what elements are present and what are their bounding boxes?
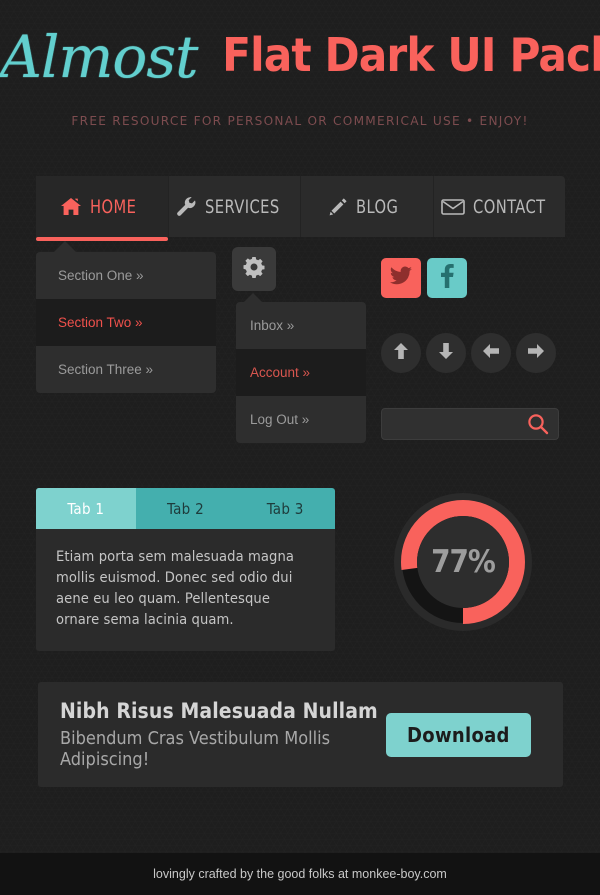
pencil-icon bbox=[328, 197, 348, 217]
tagline: FREE RESOURCE FOR PERSONAL OR COMMERICAL… bbox=[71, 113, 529, 128]
footer-text: lovingly crafted by the good folks at mo… bbox=[153, 867, 447, 881]
facebook-icon bbox=[440, 263, 454, 293]
tabs-strip: Tab 1 Tab 2 Tab 3 bbox=[36, 488, 335, 529]
search-input[interactable] bbox=[382, 416, 527, 432]
footer: lovingly crafted by the good folks at mo… bbox=[0, 853, 600, 895]
arrow-buttons bbox=[381, 333, 556, 373]
nav-label-blog: BLOG bbox=[356, 195, 399, 218]
tab-2[interactable]: Tab 2 bbox=[136, 488, 236, 529]
social-buttons bbox=[381, 258, 467, 298]
envelope-icon bbox=[441, 198, 465, 216]
dropdown-item-inbox[interactable]: Inbox » bbox=[236, 302, 366, 349]
arrow-right-button[interactable] bbox=[516, 333, 556, 373]
search-icon[interactable] bbox=[527, 413, 558, 435]
sections-pointer bbox=[54, 241, 76, 252]
gear-button[interactable] bbox=[232, 247, 276, 291]
logo-script-word: Almost bbox=[0, 23, 198, 91]
nav-item-blog[interactable]: BLOG bbox=[301, 176, 434, 237]
nav-label-contact: CONTACT bbox=[473, 195, 546, 218]
dropdown-item-account[interactable]: Account » bbox=[236, 349, 366, 396]
search-box[interactable] bbox=[381, 408, 559, 440]
arrow-right-icon bbox=[526, 341, 546, 366]
tab-panel-text: Etiam porta sem malesuada magna mollis e… bbox=[56, 548, 295, 629]
nav-item-services[interactable]: SERVICES bbox=[169, 176, 301, 237]
gear-dropdown-menu: Inbox » Account » Log Out » bbox=[236, 302, 366, 443]
tab-panel: Etiam porta sem malesuada magna mollis e… bbox=[36, 529, 335, 651]
banner-title: Nibh Risus Malesuada Nullam bbox=[60, 699, 378, 723]
sections-panel: Section One » Section Two » Section Thre… bbox=[36, 252, 216, 393]
arrow-left-button[interactable] bbox=[471, 333, 511, 373]
wrench-icon bbox=[176, 196, 197, 217]
nav-item-home[interactable]: HOME bbox=[36, 176, 169, 241]
header: Almost Flat Dark UI Pack FREE RESOURCE FO… bbox=[0, 26, 600, 128]
logo: Almost Flat Dark UI Pack bbox=[0, 26, 600, 104]
nav-label-home: HOME bbox=[89, 195, 137, 218]
arrow-up-icon bbox=[391, 341, 411, 366]
nav-label-services: SERVICES bbox=[205, 195, 281, 218]
arrow-left-icon bbox=[481, 341, 501, 366]
nav-item-contact[interactable]: CONTACT bbox=[434, 176, 566, 237]
tab-3[interactable]: Tab 3 bbox=[235, 488, 335, 529]
home-icon bbox=[60, 197, 82, 216]
section-item-two[interactable]: Section Two » bbox=[36, 299, 216, 346]
dropdown-item-logout[interactable]: Log Out » bbox=[236, 396, 366, 443]
progress-value-label: 77% bbox=[431, 544, 496, 580]
banner-text: Nibh Risus Malesuada Nullam Bibendum Cra… bbox=[60, 699, 386, 770]
section-item-three[interactable]: Section Three » bbox=[36, 346, 216, 393]
main-nav: HOME SERVICES BLOG CONTACT bbox=[36, 176, 566, 241]
progress-ring: 77% bbox=[393, 492, 533, 632]
logo-bold-words: Flat Dark UI Pack bbox=[222, 28, 600, 82]
banner-subtitle: Bibendum Cras Vestibulum Mollis Adipisci… bbox=[60, 728, 331, 770]
download-banner: Nibh Risus Malesuada Nullam Bibendum Cra… bbox=[38, 682, 563, 787]
twitter-icon bbox=[389, 266, 413, 291]
arrow-up-button[interactable] bbox=[381, 333, 421, 373]
download-button[interactable]: Download bbox=[385, 712, 531, 757]
arrow-down-button[interactable] bbox=[426, 333, 466, 373]
arrow-down-icon bbox=[436, 341, 456, 366]
gear-icon bbox=[243, 256, 265, 283]
section-item-one[interactable]: Section One » bbox=[36, 252, 216, 299]
tab-1[interactable]: Tab 1 bbox=[36, 488, 136, 529]
facebook-button[interactable] bbox=[427, 258, 467, 298]
twitter-button[interactable] bbox=[381, 258, 421, 298]
tabs-widget: Tab 1 Tab 2 Tab 3 Etiam porta sem malesu… bbox=[36, 488, 335, 651]
